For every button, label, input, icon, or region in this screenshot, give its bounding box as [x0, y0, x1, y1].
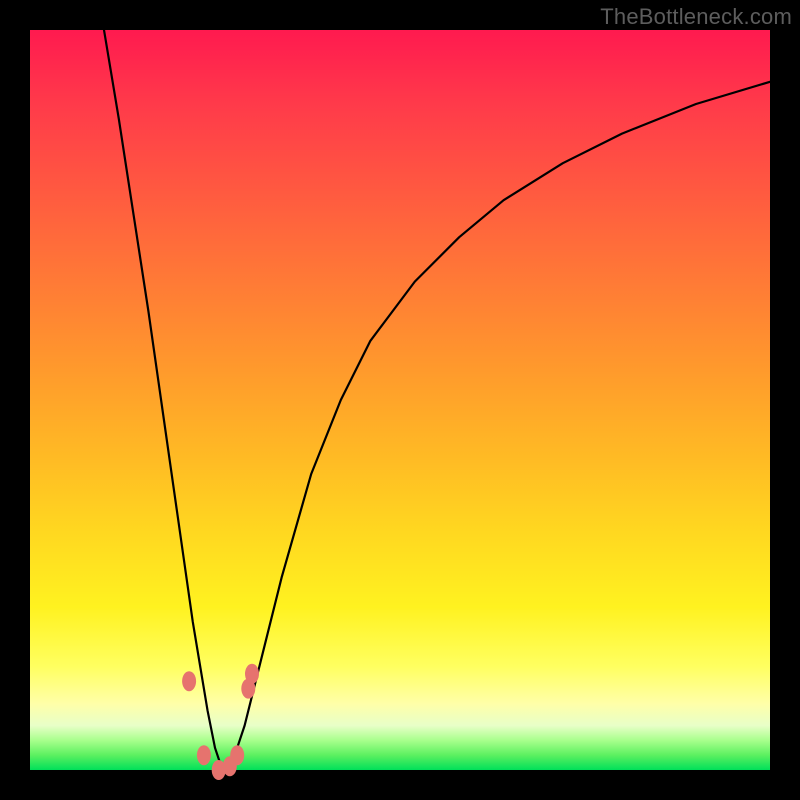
bottleneck-curve — [104, 30, 770, 770]
marker-dot — [230, 745, 244, 765]
marker-dot — [182, 671, 196, 691]
watermark-text: TheBottleneck.com — [600, 4, 792, 30]
curve-layer — [30, 30, 770, 770]
chart-frame: TheBottleneck.com — [0, 0, 800, 800]
sweet-spot-markers — [182, 664, 259, 780]
marker-dot — [245, 664, 259, 684]
marker-dot — [197, 745, 211, 765]
plot-area — [30, 30, 770, 770]
